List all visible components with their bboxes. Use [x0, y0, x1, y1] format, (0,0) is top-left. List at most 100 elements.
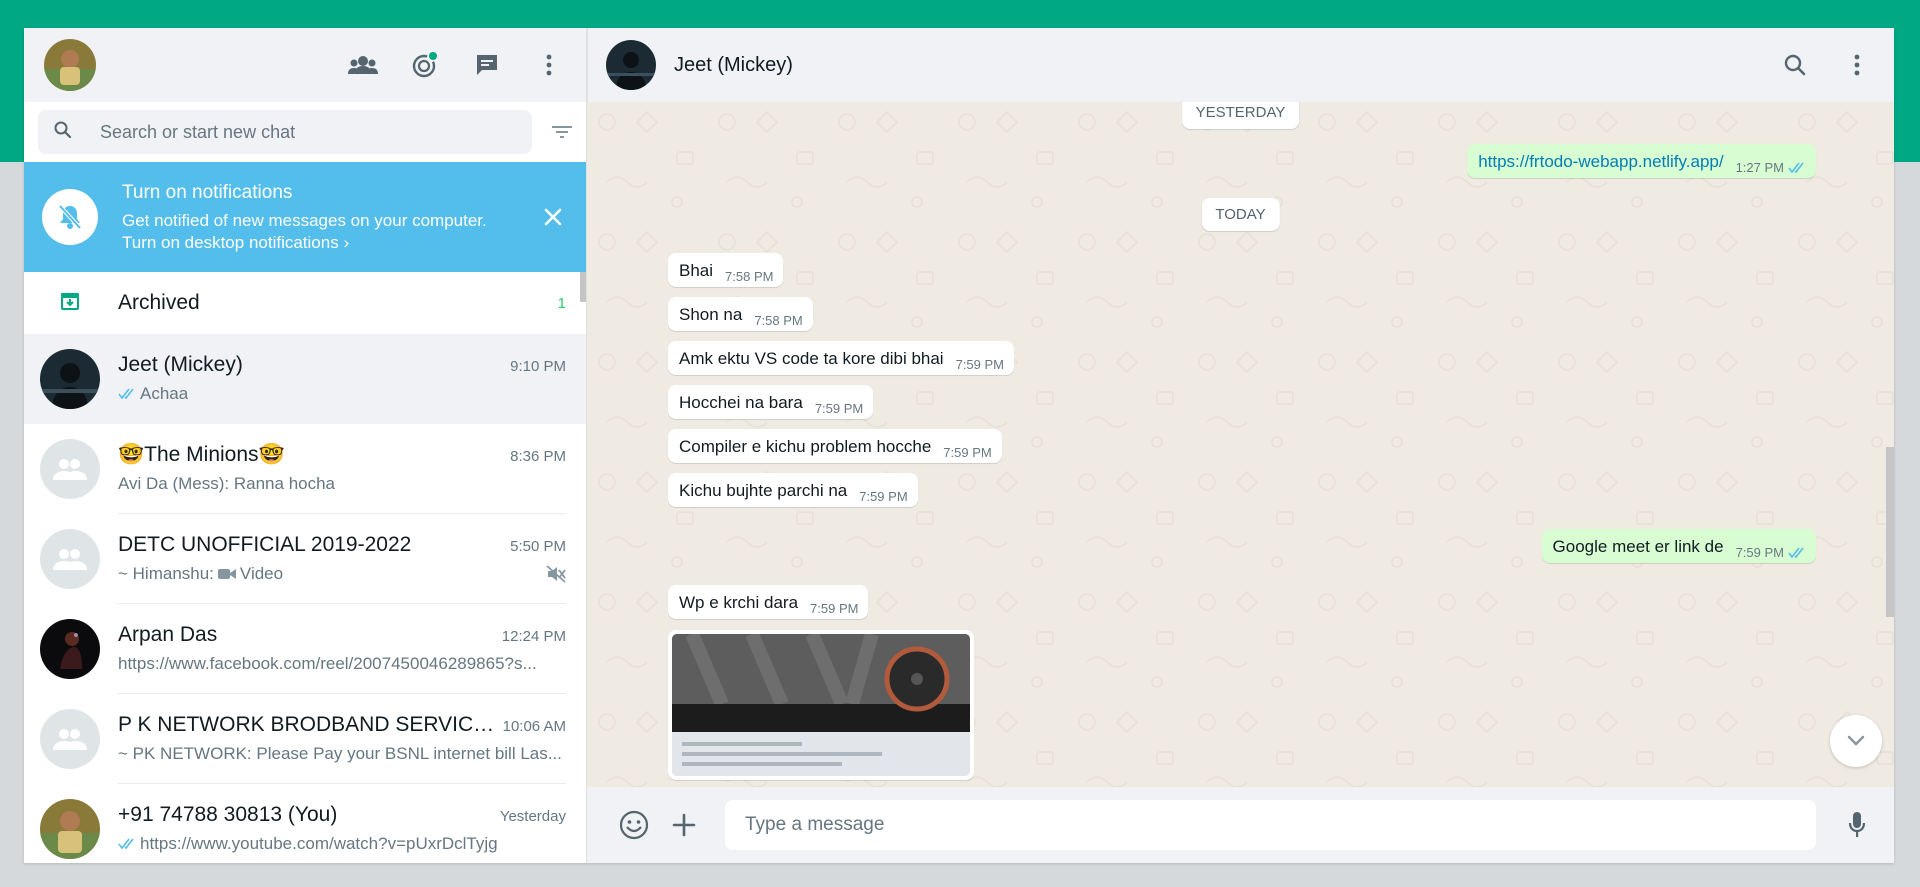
scrollbar-thumb[interactable] [1886, 447, 1894, 617]
notification-muted-bell-icon [42, 189, 98, 245]
chat-item-arpan-das[interactable]: Arpan Das 12:24 PM https://www.facebook.c… [24, 604, 586, 694]
message-incoming[interactable]: Shon na 7:58 PM [668, 297, 813, 331]
double-tick-icon [118, 838, 136, 850]
chat-time: 5:50 PM [510, 538, 566, 555]
notification-banner: Turn on notifications Get notified of ne… [24, 162, 586, 272]
menu-icon[interactable] [530, 46, 568, 84]
message-time: 7:59 PM [810, 601, 859, 616]
filter-icon[interactable] [532, 124, 572, 140]
chevron-down-icon [1847, 735, 1865, 747]
message-time: 7:59 PM [814, 401, 864, 416]
emoji-icon[interactable] [615, 806, 653, 844]
double-tick-icon [118, 388, 136, 400]
whatsapp-web-app: Turn on notifications Get notified of ne… [24, 28, 1894, 863]
message-outgoing[interactable]: Google meet er link de 7:59 PM [1541, 529, 1816, 563]
chevron-right-icon: › [343, 232, 350, 252]
message-text: Shon na [679, 305, 743, 324]
message-text: Hocchei na bara [679, 393, 803, 412]
double-tick-icon [1788, 162, 1806, 174]
chat-item-self[interactable]: +91 74788 30813 (You) Yesterday https://w… [24, 784, 586, 863]
notification-link-label: Turn on desktop notifications [122, 232, 339, 252]
chat-list-scrollbar[interactable] [580, 272, 586, 863]
message-text: Wp e krchi dara [679, 593, 799, 612]
message-image[interactable] [668, 630, 974, 780]
archived-label: Archived [118, 291, 200, 314]
message-incoming[interactable]: Kichu bujhte parchi na 7:59 PM [668, 473, 918, 507]
message-incoming[interactable]: Hocchei na bara 7:59 PM [668, 385, 874, 419]
message-photo[interactable] [672, 634, 970, 776]
scrollbar-thumb[interactable] [580, 272, 586, 302]
message-time: 1:27 PM [1735, 160, 1784, 175]
chat-name: DETC UNOFFICIAL 2019-2022 [118, 533, 412, 556]
chat-name: 🤓The Minions🤓 [118, 443, 285, 466]
notification-enable-link[interactable]: Turn on desktop notifications › [122, 233, 538, 253]
message-incoming[interactable]: Compiler e kichu problem hocche 7:59 PM [668, 429, 1002, 463]
chat-preview: Video [239, 564, 284, 583]
message-text: Compiler e kichu problem hocche [679, 437, 932, 456]
message-link[interactable]: https://frtodo-webapp.netlify.app/ [1478, 152, 1723, 172]
message-list: YESTERDAY https://frtodo-webapp.netlify.… [587, 102, 1894, 787]
chat-preview: ~ PK NETWORK: Please Pay your BSNL inter… [118, 744, 562, 763]
attach-plus-icon[interactable] [665, 806, 703, 844]
chat-list: Archived 1 Jeet (Mickey) 9:10 PM Achaa 🤓… [24, 272, 586, 863]
message-time: 7:58 PM [725, 269, 774, 284]
chat-preview: Avi Da (Mess): Ranna hocha [118, 474, 336, 493]
search-icon[interactable] [1776, 46, 1814, 84]
my-profile-avatar[interactable] [44, 39, 96, 91]
chat-item-the-minions[interactable]: 🤓The Minions🤓 8:36 PM Avi Da (Mess): Rann… [24, 424, 586, 514]
chat-time: 10:06 AM [502, 718, 566, 735]
avatar [40, 619, 100, 679]
contact-avatar[interactable] [606, 40, 656, 90]
date-divider-yesterday: YESTERDAY [1181, 102, 1300, 129]
status-icon[interactable] [406, 46, 444, 84]
message-time: 7:58 PM [754, 313, 803, 328]
menu-icon[interactable] [1838, 46, 1876, 84]
chat-item-pk-network[interactable]: P K NETWORK BRODBAND SERVICE ... 10:06 AM… [24, 694, 586, 784]
chat-name: Arpan Das [118, 623, 218, 646]
chat-time: Yesterday [499, 808, 566, 825]
search-box [38, 110, 532, 154]
message-time: 7:59 PM [1735, 545, 1784, 560]
sidebar-header [24, 28, 586, 102]
search-icon [54, 121, 72, 144]
chat-item-detc-unofficial[interactable]: DETC UNOFFICIAL 2019-2022 5:50 PM ~ Himan… [24, 514, 586, 604]
community-icon[interactable] [344, 46, 382, 84]
message-incoming[interactable]: Bhai 7:58 PM [668, 253, 784, 287]
chat-time: 12:24 PM [501, 628, 566, 645]
message-composer [587, 787, 1894, 863]
close-icon[interactable] [538, 202, 568, 232]
muted-icon [546, 565, 566, 583]
contact-name: Jeet (Mickey) [674, 53, 793, 76]
chat-name: P K NETWORK BRODBAND SERVICE ... [118, 713, 495, 736]
archive-icon [60, 291, 80, 316]
message-area-scrollbar[interactable] [1886, 102, 1894, 787]
message-input[interactable] [725, 800, 1816, 850]
message-outgoing[interactable]: https://frtodo-webapp.netlify.app/ 1:27 … [1467, 144, 1816, 178]
avatar [40, 349, 100, 409]
message-text: Kichu bujhte parchi na [679, 481, 848, 500]
notification-subtitle: Get notified of new messages on your com… [122, 210, 487, 230]
message-text: Amk ektu VS code ta kore dibi bhai [679, 349, 944, 368]
search-input[interactable] [100, 121, 480, 143]
chat-time: 9:10 PM [510, 358, 566, 375]
scroll-to-bottom-button[interactable] [1830, 715, 1882, 767]
chat-preview: Achaa [140, 384, 189, 403]
message-incoming[interactable]: Amk ektu VS code ta kore dibi bhai 7:59 … [668, 341, 1015, 375]
group-avatar-icon [40, 709, 100, 769]
notification-title: Turn on notifications [122, 181, 293, 203]
conversation-header[interactable]: Jeet (Mickey) [587, 28, 1894, 102]
message-incoming[interactable]: Wp e krchi dara 7:59 PM [668, 585, 869, 619]
search-row [24, 102, 586, 162]
archived-row[interactable]: Archived 1 [24, 272, 586, 334]
chat-time: 8:36 PM [510, 448, 566, 465]
group-avatar-icon [40, 439, 100, 499]
chat-name: Jeet (Mickey) [118, 353, 243, 376]
microphone-icon[interactable] [1838, 806, 1876, 844]
video-camera-icon [217, 568, 236, 580]
chat-item-jeet-mickey[interactable]: Jeet (Mickey) 9:10 PM Achaa [24, 334, 586, 424]
new-chat-icon[interactable] [468, 46, 506, 84]
conversation-panel: Jeet (Mickey) YESTERDAY https://frtodo-w… [587, 28, 1894, 863]
archived-count: 1 [557, 294, 566, 312]
chat-preview: https://www.youtube.com/watch?v=pUxrDclT… [140, 834, 498, 853]
avatar [40, 799, 100, 859]
